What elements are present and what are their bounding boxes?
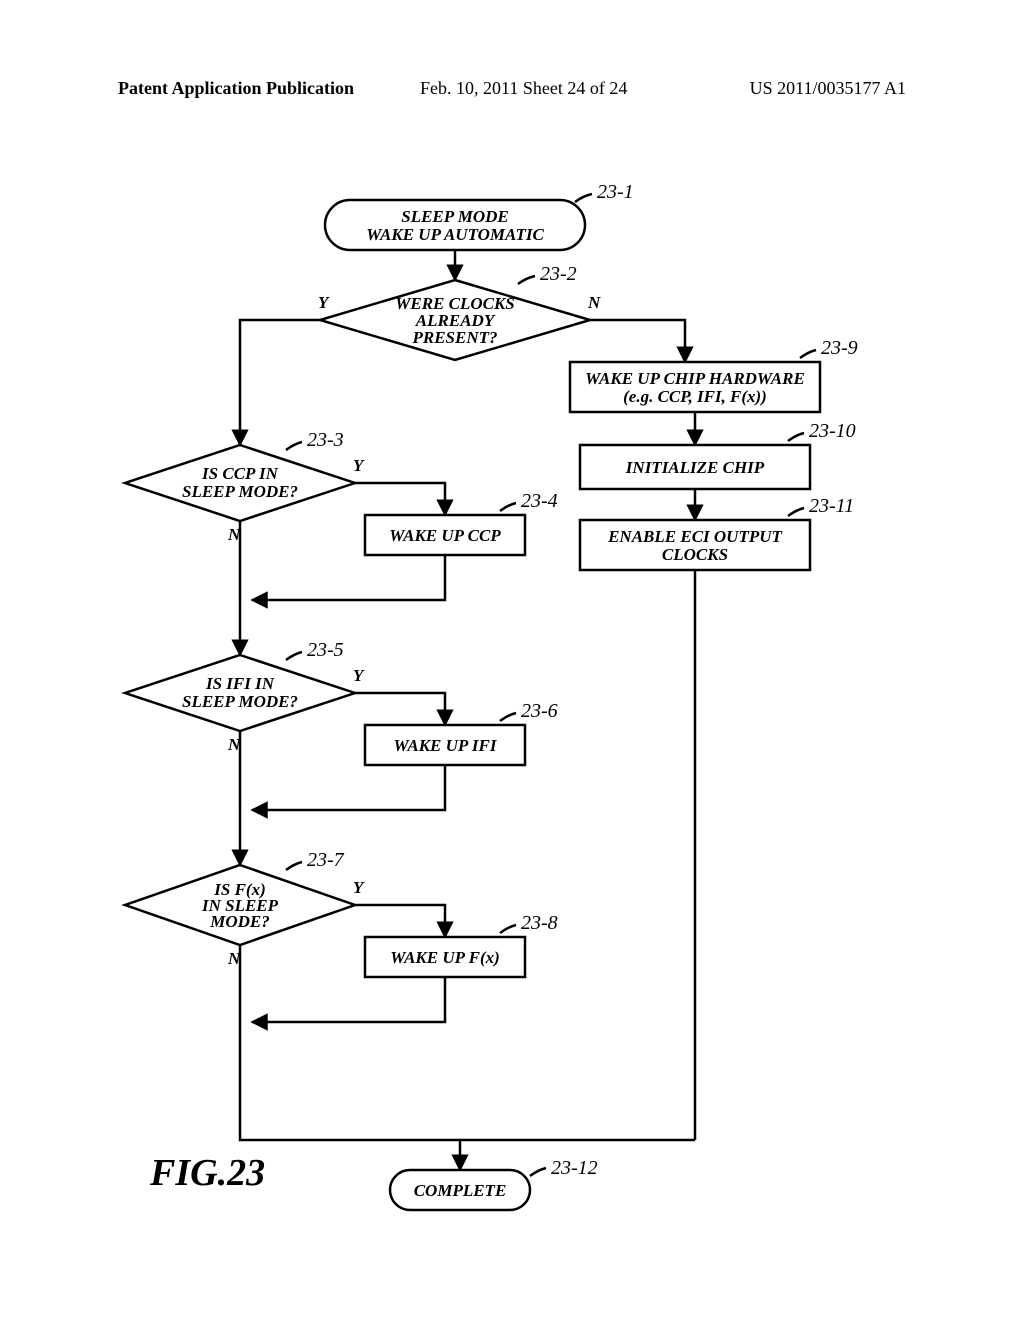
d-fx-l3: MODE?: [209, 912, 270, 931]
start-line2: WAKE UP AUTOMATIC: [366, 225, 544, 244]
end-l1: COMPLETE: [414, 1181, 507, 1200]
d-ifi-y: Y: [353, 666, 365, 685]
d-fx-y: Y: [353, 878, 365, 897]
start-line1: SLEEP MODE: [401, 207, 509, 226]
d-ccp-l2: SLEEP MODE?: [182, 482, 298, 501]
p-ifi-l1: WAKE UP IFI: [394, 736, 498, 755]
p-fx-l1: WAKE UP F(x): [390, 948, 500, 967]
figure-label: FIG.23: [149, 1152, 265, 1194]
ref-23-3: 23-3: [307, 429, 344, 451]
p-eci-l1: ENABLE ECI OUTPUT: [607, 527, 782, 546]
ref-23-11: 23-11: [809, 495, 854, 517]
p-eci-l2: CLOCKS: [662, 545, 728, 564]
d-clocks-y: Y: [318, 293, 330, 312]
ref-23-12: 23-12: [551, 1157, 598, 1179]
d-ifi-l1: IS IFI IN: [205, 674, 275, 693]
ref-23-1: 23-1: [597, 181, 634, 203]
header-mid: Feb. 10, 2011 Sheet 24 of 24: [420, 78, 627, 99]
p-hw-l2: (e.g. CCP, IFI, F(x)): [623, 387, 767, 406]
ref-23-9: 23-9: [821, 337, 858, 359]
p-init-l1: INITIALIZE CHIP: [625, 458, 765, 477]
ref-23-4: 23-4: [521, 490, 558, 512]
ref-23-10: 23-10: [809, 420, 856, 442]
header-left: Patent Application Publication: [118, 78, 354, 99]
d-clocks-l3: PRESENT?: [411, 328, 497, 347]
ref-23-2: 23-2: [540, 263, 577, 285]
p-hw-l1: WAKE UP CHIP HARDWARE: [585, 369, 805, 388]
ref-23-5: 23-5: [307, 639, 344, 661]
d-ccp-y: Y: [353, 456, 365, 475]
flowchart: SLEEP MODE WAKE UP AUTOMATIC 23-1 WERE C…: [100, 180, 900, 1280]
d-ifi-l2: SLEEP MODE?: [182, 692, 298, 711]
header-right: US 2011/0035177 A1: [750, 78, 906, 99]
ref-23-7: 23-7: [307, 849, 345, 871]
d-ccp-l1: IS CCP IN: [201, 464, 279, 483]
p-ccp-l1: WAKE UP CCP: [389, 526, 501, 545]
ref-23-6: 23-6: [521, 700, 558, 722]
d-clocks-n: N: [587, 293, 601, 312]
ref-23-8: 23-8: [521, 912, 558, 934]
